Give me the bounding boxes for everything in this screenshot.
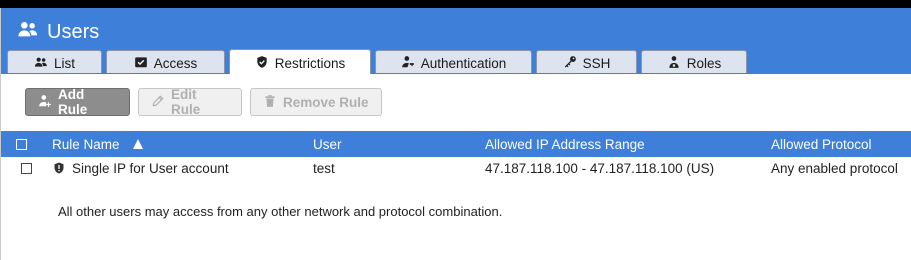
tab-ssh[interactable]: SSH	[536, 50, 637, 73]
info-note: All other users may access from any othe…	[58, 204, 503, 219]
pencil-icon	[151, 94, 165, 111]
trash-icon	[263, 94, 277, 111]
page-title: Users	[17, 18, 99, 46]
edit-rule-label: Edit Rule	[171, 87, 201, 117]
tab-list[interactable]: List	[7, 50, 102, 73]
tab-bar: List Access Restrictions Authentication …	[7, 49, 747, 74]
table-row[interactable]: Single IP for User account test 47.187.1…	[1, 157, 911, 179]
shield-icon	[255, 55, 269, 72]
tab-label: SSH	[582, 55, 611, 71]
users-window: Users List Access Restrictions Authentic…	[0, 8, 911, 260]
tab-label: List	[53, 55, 75, 71]
title-bar: Users List Access Restrictions Authentic…	[1, 8, 911, 74]
tab-authentication[interactable]: Authentication	[375, 50, 532, 73]
tab-label: Authentication	[420, 55, 507, 71]
page-title-text: Users	[47, 20, 100, 43]
tab-access[interactable]: Access	[106, 50, 225, 73]
row-checkbox[interactable]	[21, 157, 32, 179]
key-icon	[563, 55, 577, 72]
column-header-user[interactable]: User	[313, 131, 342, 157]
remove-rule-button[interactable]: Remove Rule	[250, 88, 382, 116]
table-header: Rule Name User Allowed IP Address Range …	[1, 131, 911, 157]
column-header-rule-name[interactable]: Rule Name	[52, 131, 144, 157]
column-header-protocol[interactable]: Allowed Protocol	[771, 131, 872, 157]
remove-rule-label: Remove Rule	[283, 94, 369, 110]
column-header-label: Allowed Protocol	[771, 136, 872, 152]
user-cell: test	[313, 160, 335, 176]
rule-name-cell: Single IP for User account	[53, 157, 229, 179]
edit-rule-button[interactable]: Edit Rule	[138, 87, 242, 117]
tab-label: Access	[153, 55, 198, 71]
column-header-label: Rule Name	[52, 136, 120, 152]
user-key-icon	[401, 55, 415, 72]
tab-label: Roles	[686, 55, 722, 71]
rule-name-text: Single IP for User account	[72, 160, 229, 176]
users-icon	[34, 55, 48, 72]
ip-range-cell: 47.187.118.100 - 47.187.118.100 (US)	[485, 160, 715, 176]
check-box-icon	[134, 55, 148, 72]
tab-restrictions[interactable]: Restrictions	[229, 49, 371, 74]
tab-label: Restrictions	[274, 55, 346, 71]
users-icon	[17, 18, 39, 46]
tab-roles[interactable]: Roles	[641, 50, 747, 73]
column-header-ip-range[interactable]: Allowed IP Address Range	[485, 131, 645, 157]
column-header-label: Allowed IP Address Range	[485, 136, 645, 152]
add-rule-button[interactable]: Add Rule	[25, 87, 130, 117]
toolbar: Add Rule Edit Rule Remove Rule	[25, 87, 382, 117]
checkbox-box[interactable]	[21, 162, 32, 174]
user-plus-icon	[38, 94, 52, 111]
column-header-label: User	[313, 136, 342, 152]
shield-alert-icon	[54, 162, 64, 174]
checkbox-box[interactable]	[16, 138, 27, 150]
sort-ascending-icon	[132, 139, 143, 149]
select-all-checkbox[interactable]	[16, 131, 27, 157]
protocol-cell: Any enabled protocol	[771, 160, 898, 176]
add-rule-label: Add Rule	[58, 87, 88, 117]
user-badge-icon	[667, 55, 681, 72]
